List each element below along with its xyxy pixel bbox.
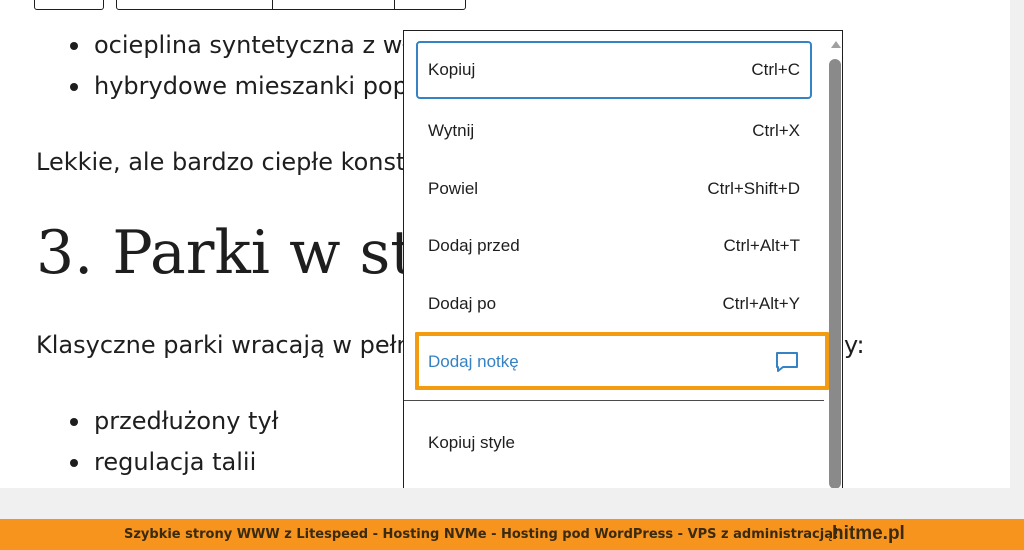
paragraph-continuation: y: bbox=[844, 331, 865, 359]
annotation-highlight-frame bbox=[415, 332, 829, 390]
menu-item-label: Dodaj przed bbox=[428, 236, 520, 255]
menu-item-shortcut: Ctrl+X bbox=[752, 121, 800, 140]
menu-item-shortcut: Ctrl+Shift+D bbox=[707, 179, 800, 198]
menu-item-label: Dodaj po bbox=[428, 294, 497, 313]
menu-item-insert-after[interactable]: Dodaj po Ctrl+Alt+Y bbox=[416, 275, 812, 333]
menu-item-duplicate[interactable]: Powiel Ctrl+Shift+D bbox=[416, 160, 812, 218]
list-item[interactable]: przedłużony tył bbox=[36, 405, 279, 437]
block-toolbar-button[interactable] bbox=[34, 0, 104, 10]
list-item[interactable]: hybrydowe mieszanki popr bbox=[36, 70, 418, 102]
menu-item-shortcut: Ctrl+Alt+Y bbox=[722, 294, 800, 313]
brand-logo: hitme.pl bbox=[832, 523, 905, 544]
menu-separator bbox=[404, 400, 824, 401]
menu-item-label: Kopiuj style bbox=[428, 433, 515, 452]
block-options-menu: Kopiuj Ctrl+C Wytnij Ctrl+X Powiel Ctrl+… bbox=[403, 30, 843, 488]
toolbar-divider bbox=[394, 0, 395, 10]
menu-item-shortcut: Ctrl+Alt+T bbox=[723, 236, 800, 255]
menu-item-copy[interactable]: Kopiuj Ctrl+C bbox=[416, 41, 812, 99]
list-item[interactable]: regulacja talii bbox=[36, 446, 256, 478]
menu-scrollbar[interactable] bbox=[826, 31, 844, 488]
menu-item-cut[interactable]: Wytnij Ctrl+X bbox=[416, 102, 812, 160]
page-gutter bbox=[1010, 0, 1024, 488]
scroll-thumb[interactable] bbox=[829, 59, 841, 488]
editor-canvas: ocieplina syntetyczna z włó hybrydowe mi… bbox=[0, 0, 1010, 488]
list-item[interactable]: ocieplina syntetyczna z włó bbox=[36, 29, 424, 61]
paragraph[interactable]: Klasyczne parki wracają w pełnej bbox=[36, 329, 433, 361]
menu-item-label: Kopiuj bbox=[428, 60, 476, 79]
promo-banner: Szybkie strony WWW z Litespeed - Hosting… bbox=[0, 519, 1024, 550]
menu-item-insert-before[interactable]: Dodaj przed Ctrl+Alt+T bbox=[416, 217, 812, 275]
menu-item-label: Wytnij bbox=[428, 121, 475, 140]
menu-item-copy-styles[interactable]: Kopiuj style bbox=[416, 414, 812, 472]
menu-item-label: Powiel bbox=[428, 179, 479, 198]
menu-item-shortcut: Ctrl+C bbox=[751, 60, 800, 79]
toolbar-divider bbox=[272, 0, 273, 10]
paragraph[interactable]: Lekkie, ale bardzo ciepłe konstru bbox=[36, 146, 431, 178]
promo-text: Szybkie strony WWW z Litespeed - Hosting… bbox=[124, 527, 839, 542]
scroll-up-arrow-icon[interactable] bbox=[831, 41, 841, 48]
block-toolbar[interactable] bbox=[116, 0, 466, 10]
